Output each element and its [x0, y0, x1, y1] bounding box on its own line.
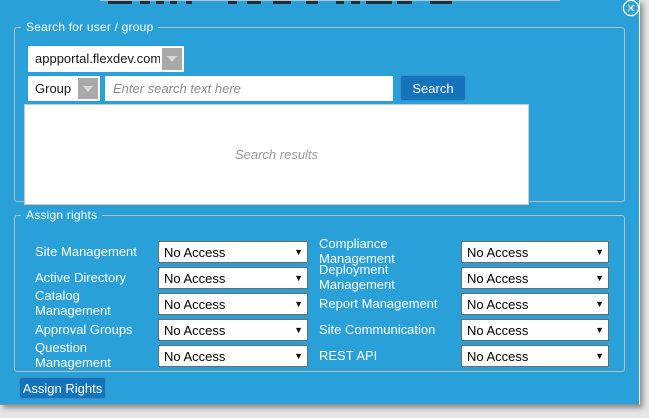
label-deployment-management: Deployment Management: [319, 263, 461, 292]
background-page-edge: [100, 0, 560, 1]
select-approval-groups[interactable]: No Access: [158, 319, 308, 341]
assign-rights-dialog: Search for user / group appportal.flexde…: [0, 0, 640, 405]
search-groupbox-title: Search for user / group: [21, 20, 158, 34]
assign-rights-button[interactable]: Assign Rights: [19, 377, 106, 399]
chevron-down-icon[interactable]: [162, 48, 182, 70]
background-page-clipped-text: [0, 0, 640, 6]
close-icon[interactable]: [622, 0, 640, 17]
search-results-placeholder: Search results: [235, 147, 318, 162]
select-active-directory[interactable]: No Access: [158, 267, 308, 289]
label-rest-api: REST API: [319, 349, 461, 364]
search-button[interactable]: Search: [400, 75, 466, 101]
label-report-management: Report Management: [319, 297, 461, 312]
select-rest-api[interactable]: No Access: [461, 345, 609, 367]
rights-grid: Site Management No Access Compliance Man…: [35, 239, 618, 369]
label-approval-groups: Approval Groups: [35, 323, 158, 338]
select-question-management[interactable]: No Access: [158, 345, 308, 367]
label-active-directory: Active Directory: [35, 271, 158, 286]
assign-rights-groupbox-title: Assign rights: [21, 208, 102, 222]
domain-dropdown[interactable]: appportal.flexdev.com: [28, 46, 184, 72]
label-site-management: Site Management: [35, 245, 158, 260]
domain-dropdown-value: appportal.flexdev.com: [30, 48, 160, 70]
select-report-management[interactable]: No Access: [461, 293, 609, 315]
label-catalog-management: Catalog Management: [35, 289, 158, 318]
label-site-communication: Site Communication: [319, 323, 461, 338]
chevron-down-icon[interactable]: [78, 78, 98, 99]
select-site-communication[interactable]: No Access: [461, 319, 609, 341]
label-question-management: Question Management: [35, 341, 127, 370]
select-catalog-management[interactable]: No Access: [158, 293, 308, 315]
select-site-management[interactable]: No Access: [158, 241, 308, 263]
search-type-dropdown-value: Group: [30, 78, 76, 99]
select-deployment-management[interactable]: No Access: [461, 267, 609, 289]
search-type-dropdown[interactable]: Group: [28, 76, 100, 101]
search-results-list[interactable]: Search results: [24, 104, 529, 205]
select-compliance-management[interactable]: No Access: [461, 241, 609, 263]
assign-rights-groupbox: Assign rights Site Management No Access …: [14, 208, 625, 372]
search-input[interactable]: [105, 76, 393, 101]
search-groupbox: Search for user / group appportal.flexde…: [14, 20, 625, 202]
